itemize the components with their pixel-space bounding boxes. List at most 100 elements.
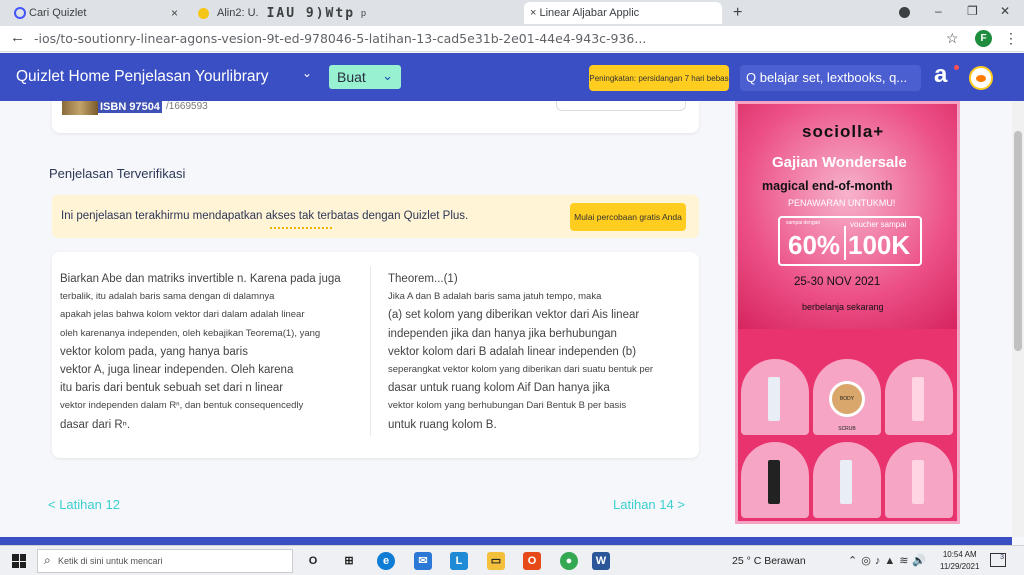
ad-brand: sociolla+ [802,122,885,141]
solution-line: apakah jelas bahwa kolom vektor dari dal… [60,309,305,321]
ad-subheadline-2: PENAWARAN UNTUKMU! [788,198,896,208]
tab-alin2[interactable]: Alin2: U. IAU 9)Wtp p [192,2,522,24]
word-icon[interactable]: W [592,552,610,570]
new-tab-button[interactable]: + [733,4,742,22]
solution-line: dasar dari Rⁿ. [60,418,131,431]
favicon-icon [198,7,209,19]
solution-line: itu baris dari bentuk sebuah set dari n … [60,382,284,395]
notification-dot [954,65,959,70]
create-label: Buat [337,69,366,85]
serum-bottle-icon [768,377,780,421]
ad-cta[interactable]: berbelanja sekarang [802,302,884,312]
scrollbar-thumb[interactable] [1014,131,1022,351]
maximize-button[interactable]: ❐ [967,4,978,18]
edge-icon[interactable]: e [377,552,395,570]
voucher-value: 100K [848,230,911,260]
solution-line: Jika A dan B adalah baris sama jatuh tem… [388,291,602,303]
browser-menu-icon[interactable]: ⋮ [1004,30,1018,47]
back-arrow-icon[interactable]: ← [10,29,25,46]
next-exercise-link[interactable]: Latihan 14 > [613,497,685,512]
file-explorer-icon[interactable]: ▭ [487,552,505,570]
solution-line: seperangkat vektor kolom yang diberikan … [388,364,654,376]
page-scrollbar[interactable] [1012,101,1024,537]
windows-taskbar: Ketik di sini untuk mencari O ⊞ e ✉ L ▭ … [0,545,1024,575]
discount-box: sampai dengan 60% voucher sampai 100K [778,216,922,266]
tab-title-glitch: IAU 9)Wtp [266,5,356,21]
product-tile [741,359,809,435]
taskbar-clock[interactable]: 10:54 AM 11/29/2021 [940,549,979,573]
task-view-icon[interactable]: O [304,552,322,570]
previous-exercise-link[interactable]: < Latihan 12 [48,497,120,512]
solution-left-column: Biarkan Abe dan matriks invertible n. Ka… [60,270,360,434]
book-card: ISBN 97504 /1669593 [52,101,699,133]
book-cover-image [62,101,98,115]
system-tray-icons[interactable]: ⌃◎♪▲≋🔊 [848,554,930,567]
free-trial-button[interactable]: Mulai percobaan gratis Anda [570,203,686,231]
taskbar-search-input[interactable]: Ketik di sini untuk mencari [37,549,293,573]
tab-title: Alin2: U. [217,7,259,19]
column-divider [370,266,371,436]
tab-title-suffix: p [361,8,367,18]
footer-strip [0,537,1012,545]
discount-percent: 60% [788,230,841,260]
solution-line: Biarkan Abe dan matriks invertible n. Ka… [60,273,341,285]
solution-line: vektor kolom pada, yang hanya baris [60,345,248,358]
url-field[interactable]: -ios/to-soutionry-linear-agons-vesion-9t… [34,31,934,46]
minimize-button[interactable]: – [935,4,942,18]
solution-line: (a) set kolom yang diberikan vektor dari… [388,309,640,322]
widgets-icon[interactable]: ⊞ [340,552,358,570]
close-tab-icon[interactable]: × [171,6,178,20]
tab-linear-aljabar[interactable]: × Linear Aljabar Applic [524,2,722,24]
solution-card: Biarkan Abe dan matriks invertible n. Ka… [52,252,699,458]
user-avatar[interactable] [969,66,993,90]
close-window-button[interactable]: ✕ [1000,4,1010,18]
chevron-down-icon[interactable]: ⌄ [302,66,312,80]
plus-banner-text: Ini penjelasan terakhirmu mendapatkan ak… [61,210,469,222]
address-bar-row: ← -ios/to-soutionry-linear-agons-vesion-… [0,26,1024,52]
isbn-label: ISBN 97504 [98,101,162,113]
ad-dates: 25-30 NOV 2021 [794,276,881,288]
solution-line: vektor kolom dari B adalah linear indepe… [388,345,637,358]
cream-tube-icon [912,460,924,504]
solution-line: vektor kolom yang berhubungan Dari Bentu… [388,400,627,412]
advertisement-banner[interactable]: sociolla+ Gajian Wondersale magical end-… [735,101,960,524]
bookmark-star-icon[interactable]: ☆ [946,30,959,47]
chevron-down-icon: ⌄ [382,68,393,83]
solution-line: Theorem...(1) [388,273,458,285]
product-tile [813,442,881,518]
quizlet-header: Quizlet Home Penjelasan Yourlibrary ⌄ Bu… [0,53,1024,101]
weather-widget[interactable]: 25 ° C Berawan [732,555,806,567]
spellcheck-underline [270,226,332,229]
ad-subheadline: magical end-of-month [762,179,893,193]
create-button[interactable]: Buat ⌄ [329,65,401,89]
search-input[interactable]: Q belajar set, lextbooks, q... [740,65,921,91]
nav-links[interactable]: Quizlet Home Penjelasan Yourlibrary [16,68,268,86]
chrome-icon[interactable]: ● [560,552,578,570]
quizlet-logo-icon [14,7,26,19]
browser-tab-strip: Cari Quizlet × Alin2: U. IAU 9)Wtp p × L… [0,0,1024,26]
mail-icon[interactable]: ✉ [414,552,432,570]
tab-title: × Linear Aljabar Applic [530,7,640,19]
isbn-rest: /1669593 [166,101,208,112]
profile-avatar[interactable]: F [975,30,992,47]
body-scrub-jar-icon: BODY SCRUB [829,381,865,432]
serum-bottle-icon [912,377,924,421]
tab-search-icon[interactable] [899,7,910,18]
book-card-button[interactable] [556,101,686,111]
clock-time: 10:54 AM [942,550,977,559]
tab-cari-quizlet[interactable]: Cari Quizlet × [8,2,184,24]
clock-date: 11/29/2021 [940,562,980,571]
solution-line: independen jika dan hanya jika berhubung… [388,327,617,340]
office-icon[interactable]: O [523,552,541,570]
solution-right-column: Theorem...(1) Jika A dan B adalah baris s… [388,270,688,434]
notification-center-icon[interactable]: 3 [990,553,1006,567]
notification-logo[interactable]: a [934,61,947,89]
windows-start-icon[interactable] [12,554,26,568]
product-tile [885,359,953,435]
tab-title: Cari Quizlet [29,7,87,19]
product-tile: BODY SCRUB [813,359,881,435]
solution-line: terbalik, itu adalah baris sama dengan d… [60,291,275,303]
app-l-icon[interactable]: L [450,552,468,570]
upgrade-button[interactable]: Peningkatan: persidangan 7 hari bebas [589,65,729,91]
cream-tube-icon [840,460,852,504]
